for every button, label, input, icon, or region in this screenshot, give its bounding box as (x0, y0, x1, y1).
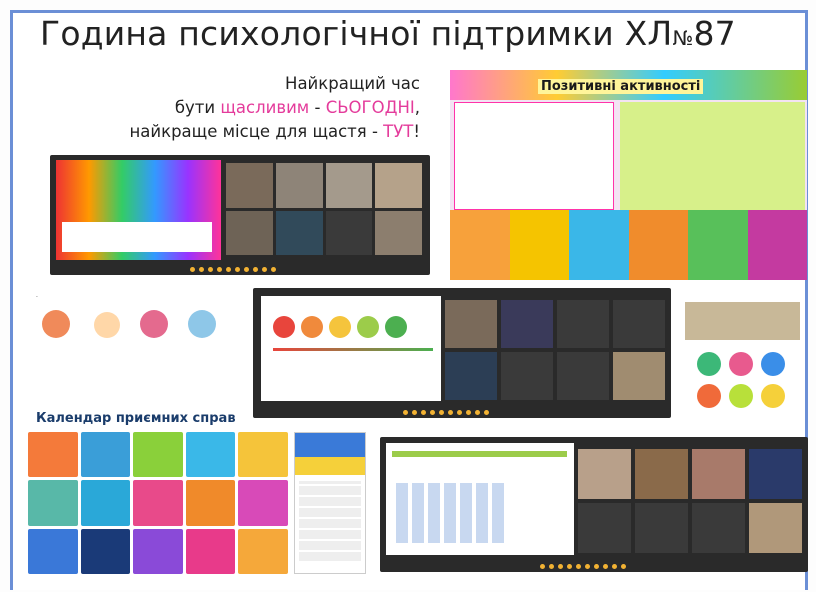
title-num-sign: № (672, 26, 694, 50)
quote: Найкращий час бути щасливим - СЬОГОДНІ, … (120, 72, 420, 144)
video-call-screenshot-2 (253, 288, 671, 418)
toolbar-dots (540, 564, 626, 569)
quote-text: бути (174, 98, 221, 117)
quote-text: найкраще місце для щастя - (129, 122, 384, 141)
poster: Година психологічної підтримки ХЛ№87 Най… (0, 0, 816, 592)
positive-activities-collage (450, 70, 807, 280)
emotions-slide: · (30, 288, 250, 403)
quote-text: - (309, 98, 326, 117)
quote-line-1: Найкращий час (285, 74, 420, 93)
title-main: Година психологічної підтримки ХЛ (40, 14, 673, 53)
quote-line-2: бути щасливим - СЬОГОДНІ, (120, 96, 420, 120)
video-call-screenshot-1 (50, 155, 430, 275)
participant-grid (445, 300, 665, 400)
calendar-tiles (28, 432, 288, 574)
quote-highlight: щасливим (220, 98, 310, 117)
participant-grid (578, 449, 802, 553)
emoji-collage (683, 290, 803, 420)
quote-highlight: СЬОГОДНІ (325, 98, 415, 117)
calendar-title: Календар приємних справ (36, 411, 236, 426)
calendar-slide (386, 443, 574, 555)
quote-text: ! (413, 122, 420, 141)
quote-text: , (414, 98, 420, 117)
quote-line-3: найкраще місце для щастя - ТУТ! (120, 120, 420, 144)
participant-grid (226, 163, 422, 255)
toolbar-dots (190, 267, 276, 272)
toolbar-dots (403, 410, 489, 415)
calendar-sheet (294, 432, 366, 574)
shared-slide (56, 160, 221, 260)
positive-activities-title: Позитивні активності (538, 79, 704, 94)
quote-highlight: ТУТ (383, 122, 414, 141)
title-number: 87 (693, 14, 736, 53)
page-title: Година психологічної підтримки ХЛ№87 (40, 14, 736, 53)
video-call-screenshot-3 (380, 437, 808, 572)
mood-scale-slide (261, 296, 441, 401)
